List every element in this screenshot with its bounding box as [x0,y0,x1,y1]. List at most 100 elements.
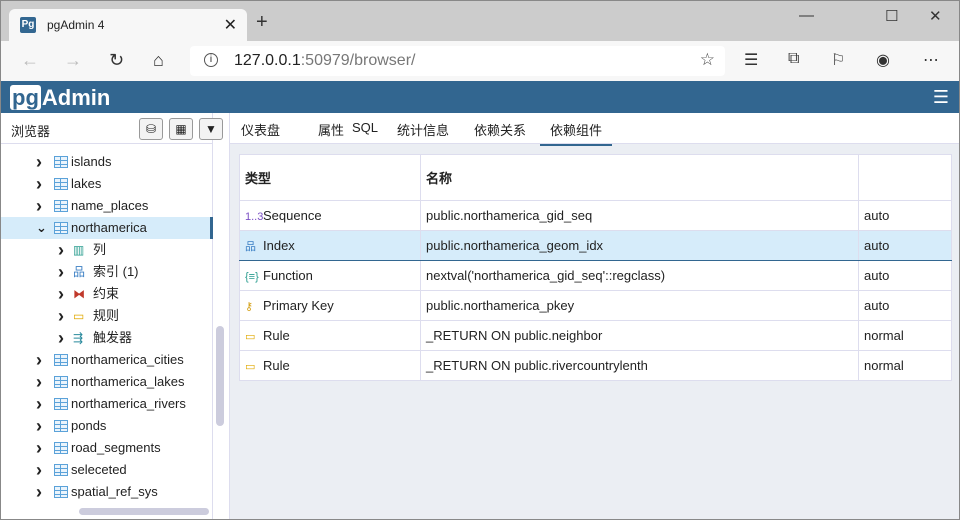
name-cell: public.northamerica_geom_idx [420,230,859,261]
chevron-right-icon[interactable]: › [36,459,42,481]
chevron-right-icon[interactable]: › [36,173,42,195]
table-row[interactable]: 1..3Sequence public.northamerica_gid_seq… [239,200,952,231]
feedback-icon[interactable]: ⚐ [831,50,845,70]
tree-item[interactable]: › road_segments [1,437,213,459]
chevron-right-icon[interactable]: › [36,393,42,415]
pgadmin-logo: pg Admin [10,85,111,110]
minimize-icon[interactable]: — [799,7,814,24]
tree-item[interactable]: › northamerica_cities [1,349,213,371]
url-input[interactable]: i 127.0.0.1:50979/browser/ ☆ [190,46,725,76]
table-row[interactable]: ⚷ Primary Key public.northamerica_pkey au… [239,290,952,321]
chevron-right-icon[interactable]: › [36,195,42,217]
browser-tab-bar: Pg pgAdmin 4 ✕ + — ☐ ✕ [1,1,959,41]
tree-item-label: northamerica [71,220,147,235]
query-tool-button[interactable]: ⛁ [139,118,163,140]
tree-item[interactable]: › ⇶ 触发器 [1,327,213,349]
table-icon [54,222,68,234]
tab-0[interactable]: 仪表盘 [241,120,280,139]
tree-item[interactable]: › name_places [1,195,213,217]
chevron-right-icon[interactable]: › [36,437,42,459]
chevron-right-icon[interactable]: › [58,305,64,327]
type-cell: Rule [263,358,290,373]
tab-2[interactable]: SQL [352,120,378,135]
close-tab-icon[interactable]: ✕ [224,15,237,35]
tree-item[interactable]: › islands [1,151,213,173]
tree-item[interactable]: › northamerica_rivers [1,393,213,415]
name-cell: nextval('northamerica_gid_seq'::regclass… [420,260,859,291]
more-icon[interactable]: ⋯ [923,50,939,70]
tree-item[interactable]: › lakes [1,173,213,195]
restriction-cell: auto [858,260,952,291]
chevron-right-icon[interactable]: › [36,151,42,173]
collections-icon[interactable]: ⧉ [788,50,799,68]
browser-tab[interactable]: Pg pgAdmin 4 ✕ [9,9,247,41]
column-header-name[interactable]: 名称 [420,154,859,201]
tree-item[interactable]: › seleceted [1,459,213,481]
columns-icon: ▥ [73,243,85,257]
info-icon[interactable]: i [204,53,218,67]
tree-item[interactable]: › spatial_ref_sys [1,481,213,503]
tab-5[interactable]: 依赖组件 [540,120,613,146]
tree-vertical-scrollbar[interactable] [216,326,224,426]
tree-item[interactable]: › ponds [1,415,213,437]
table-row[interactable]: 品 Index public.northamerica_geom_idx auto [239,230,952,261]
column-header-type[interactable]: 类型 [239,154,421,201]
favorite-star-icon[interactable]: ☆ [700,50,715,70]
filter-rows-button[interactable]: ▼ [199,118,223,140]
chevron-down-icon[interactable]: ⌄ [36,217,47,239]
tree-item-label: 索引 (1) [93,264,139,279]
tab-4[interactable]: 依赖关系 [474,120,526,139]
maximize-icon[interactable]: ☐ [885,7,898,25]
tree-item[interactable]: › ▭ 规则 [1,305,213,327]
index-icon: 品 [73,265,86,279]
chevron-right-icon[interactable]: › [36,481,42,503]
tree-item[interactable]: › northamerica_lakes [1,371,213,393]
table-row[interactable]: {≡} Function nextval('northamerica_gid_se… [239,260,952,291]
new-tab-icon[interactable]: + [256,11,268,34]
tree-item-label: ponds [71,418,107,433]
function-icon: {≡} [245,271,259,283]
favorites-icon[interactable]: ☰ [744,50,758,70]
chevron-right-icon[interactable]: › [58,261,64,283]
tree-item-label: lakes [71,176,102,191]
chevron-right-icon[interactable]: › [58,239,64,261]
tree-item[interactable]: › ⧓ 约束 [1,283,213,305]
tree-item[interactable]: › 品索引 (1) [1,261,213,283]
close-window-icon[interactable]: ✕ [929,7,942,25]
url-path: :50979/browser/ [300,52,416,69]
table-row[interactable]: ▭ Rule _RETURN ON public.rivercountrylent… [239,350,952,381]
type-cell: Sequence [263,208,322,223]
key-icon: ⚷ [245,301,254,313]
view-data-button[interactable]: ▦ [169,118,193,140]
table-icon [54,464,68,476]
chevron-right-icon[interactable]: › [58,327,64,349]
tree-item-label: 列 [93,242,107,257]
forward-icon[interactable]: → [64,50,82,71]
tree-item[interactable]: ⌄ northamerica [1,217,213,239]
tab-1[interactable]: 属性 [318,120,344,139]
hamburger-menu-icon[interactable]: ☰ [933,87,949,108]
profile-avatar[interactable]: ◉ [876,50,890,70]
tree-horizontal-scrollbar[interactable] [79,508,209,515]
tree-item[interactable]: › ▥ 列 [1,239,213,261]
url-host: 127.0.0.1 [234,52,301,69]
chevron-right-icon[interactable]: › [36,371,42,393]
table-icon [54,200,68,212]
type-cell: Index [263,237,295,253]
tree-item-label: 规则 [93,308,120,323]
tree-item-label: road_segments [71,440,161,455]
home-icon[interactable]: ⌂ [153,50,164,71]
chevron-right-icon[interactable]: › [36,415,42,437]
chevron-right-icon[interactable]: › [36,349,42,371]
restriction-cell: normal [858,350,952,381]
table-row[interactable]: ▭ Rule _RETURN ON public.neighbor normal [239,320,952,351]
reload-icon[interactable]: ↻ [109,50,124,71]
chevron-right-icon[interactable]: › [58,283,64,305]
index-icon: 品 [245,240,256,253]
name-cell: public.northamerica_pkey [420,290,859,321]
tab-3[interactable]: 统计信息 [397,120,449,139]
column-header-restriction[interactable] [858,154,952,201]
main-panel: 仪表盘 属性 SQL 统计信息 依赖关系 依赖组件 类型 名称 1..3Sequence … [229,113,959,519]
back-icon[interactable]: ← [21,50,39,71]
tree-item-label: northamerica_cities [71,352,184,367]
